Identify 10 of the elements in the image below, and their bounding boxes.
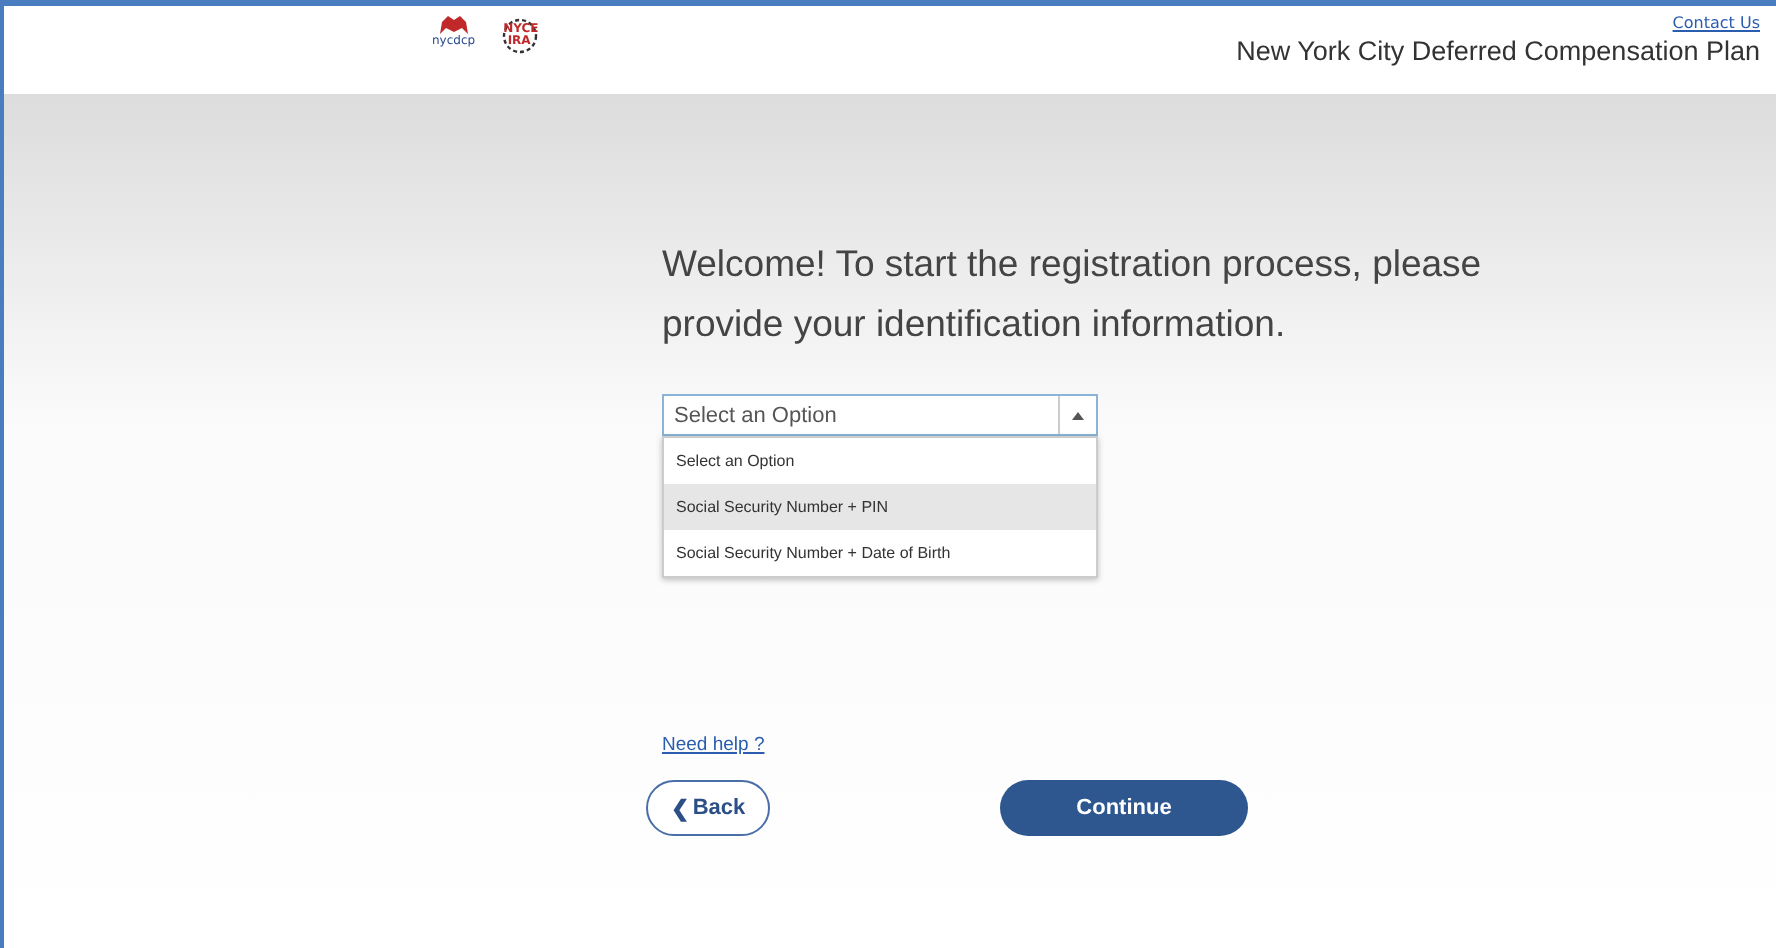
back-button[interactable]: ❮ Back (646, 780, 770, 836)
dropdown-option[interactable]: Social Security Number + PIN (664, 484, 1096, 530)
welcome-heading: Welcome! To start the registration process, please provide your identification information. (662, 240, 1484, 348)
dropdown-option[interactable]: Social Security Number + Date of Birth (664, 530, 1096, 576)
contact-link[interactable]: Contact Us (1672, 14, 1760, 32)
help-link[interactable]: Need help ? (662, 734, 765, 756)
continue-button[interactable]: Continue (1000, 780, 1248, 836)
dropdown-option[interactable]: Select an Option (664, 438, 1096, 484)
option-dropdown[interactable]: Select an Option (662, 394, 1098, 436)
site-title: New York City Deferred Compensation Plan (1236, 36, 1760, 66)
